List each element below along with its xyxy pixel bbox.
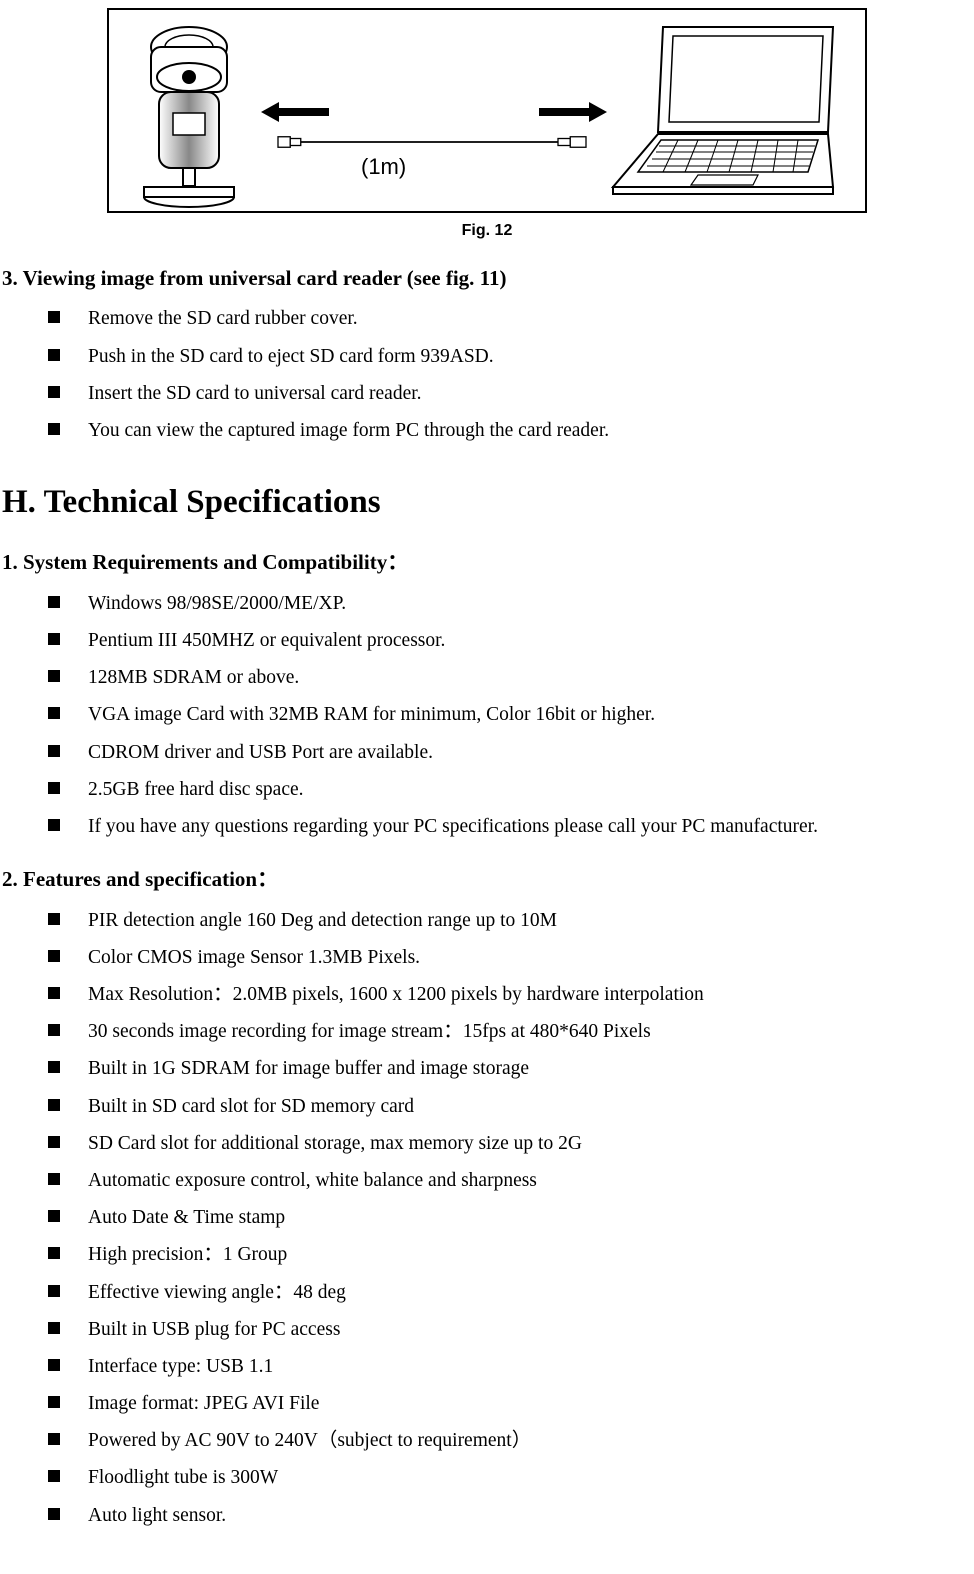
section-h1-list: Windows 98/98SE/2000/ME/XP. Pentium III … (0, 585, 974, 845)
section-h-heading: H. Technical Specifications (0, 477, 974, 528)
section-3-heading: 3. Viewing image from universal card rea… (0, 262, 974, 295)
list-item: Auto light sensor. (88, 1497, 974, 1534)
figure-12: (1m) Fig. 12 (107, 8, 867, 244)
list-item: PIR detection angle 160 Deg and detectio… (88, 902, 974, 939)
section-h1-heading: 1. System Requirements and Compatibility… (0, 546, 974, 579)
list-item: Floodlight tube is 300W (88, 1459, 974, 1496)
list-item: Built in SD card slot for SD memory card (88, 1088, 974, 1125)
arrow-right-icon (539, 102, 607, 122)
list-item: 128MB SDRAM or above. (88, 659, 974, 696)
list-item: Interface type: USB 1.1 (88, 1348, 974, 1385)
list-item: Built in USB plug for PC access (88, 1311, 974, 1348)
cable-length-label: (1m) (361, 150, 406, 184)
laptop-icon (603, 22, 853, 202)
list-item: Effective viewing angle：48 deg (88, 1274, 974, 1311)
section-3-list: Remove the SD card rubber cover. Push in… (0, 300, 974, 449)
usb-cable-icon (256, 135, 608, 149)
list-item: Image format: JPEG AVI File (88, 1385, 974, 1422)
list-item: 2.5GB free hard disc space. (88, 771, 974, 808)
list-item: Push in the SD card to eject SD card for… (88, 338, 974, 375)
list-item: VGA image Card with 32MB RAM for minimum… (88, 696, 974, 733)
arrow-left-icon (261, 102, 329, 122)
list-item: Color CMOS image Sensor 1.3MB Pixels. (88, 939, 974, 976)
list-item: 30 seconds image recording for image str… (88, 1013, 974, 1050)
list-item: Insert the SD card to universal card rea… (88, 375, 974, 412)
list-item: Windows 98/98SE/2000/ME/XP. (88, 585, 974, 622)
list-item: Max Resolution：2.0MB pixels, 1600 x 1200… (88, 976, 974, 1013)
figure-12-box: (1m) (107, 8, 867, 213)
list-item: Powered by AC 90V to 240V（subject to req… (88, 1422, 974, 1459)
list-item: Automatic exposure control, white balanc… (88, 1162, 974, 1199)
camera-device-icon (129, 25, 254, 210)
list-item: High precision：1 Group (88, 1236, 974, 1273)
list-item: Built in 1G SDRAM for image buffer and i… (88, 1050, 974, 1087)
page-root: (1m) Fig. 12 3. Viewing image from unive… (0, 8, 974, 1574)
list-item: Pentium III 450MHZ or equivalent process… (88, 622, 974, 659)
list-item: Auto Date & Time stamp (88, 1199, 974, 1236)
list-item: Remove the SD card rubber cover. (88, 300, 974, 337)
list-item: You can view the captured image form PC … (88, 412, 974, 449)
list-item: CDROM driver and USB Port are available. (88, 734, 974, 771)
figure-caption: Fig. 12 (107, 219, 867, 244)
list-item: If you have any questions regarding your… (88, 808, 974, 845)
section-h2-list: PIR detection angle 160 Deg and detectio… (0, 902, 974, 1534)
section-h2-heading: 2. Features and specification： (0, 863, 974, 896)
list-item: SD Card slot for additional storage, max… (88, 1125, 974, 1162)
